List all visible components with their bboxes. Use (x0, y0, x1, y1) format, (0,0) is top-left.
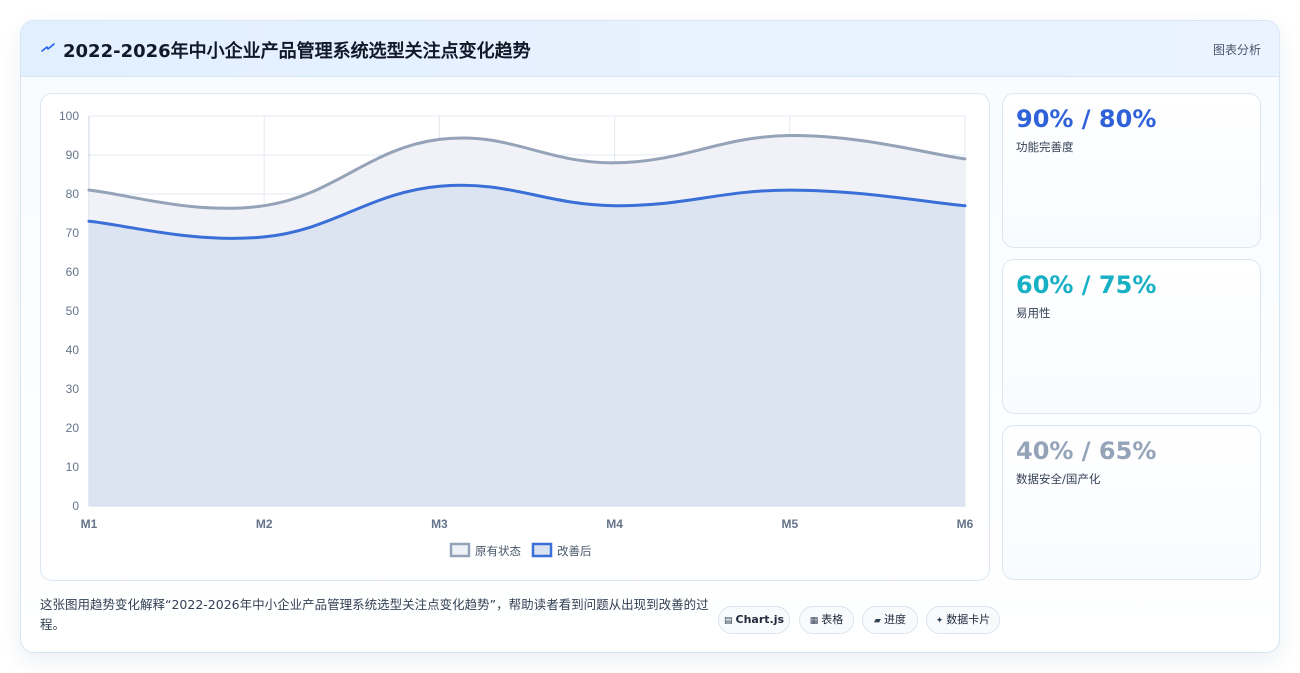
tag-table[interactable]: ▦ 表格 (799, 606, 854, 634)
y-tick-label: 40 (66, 343, 80, 357)
lightning-icon (41, 43, 55, 52)
x-tick-label: M1 (81, 517, 98, 531)
kpi-label: 数据安全/国产化 (1016, 472, 1101, 486)
kpi-value: 40% / 65% (1016, 437, 1157, 465)
y-tick-label: 0 (72, 499, 79, 513)
y-tick-label: 60 (66, 265, 80, 279)
y-tick-label: 20 (66, 421, 80, 435)
y-tick-label: 80 (66, 187, 80, 201)
tag-data-card[interactable]: ✦ 数据卡片 (926, 606, 1000, 634)
tag-chartjs[interactable]: ▤ Chart.js (718, 606, 790, 634)
y-tick-label: 90 (66, 148, 80, 162)
y-tick-label: 10 (66, 460, 80, 474)
kpi-label: 功能完善度 (1016, 140, 1074, 154)
x-tick-label: M5 (781, 517, 798, 531)
tag-label: 进度 (883, 613, 906, 626)
y-tick-label: 70 (66, 226, 80, 240)
y-tick-label: 100 (59, 109, 79, 123)
chart-caption: 这张图用趋势变化解释“2022-2026年中小企业产品管理系统选型关注点变化趋势… (40, 597, 709, 632)
tag-progress[interactable]: ▰ 进度 (862, 606, 918, 634)
legend-label-1: 改善后 (557, 544, 592, 558)
kpi-value: 60% / 75% (1016, 271, 1157, 299)
card-header: 2022-2026年中小企业产品管理系统选型关注点变化趋势 图表分析 (21, 21, 1279, 77)
kpi-card-usability: 60% / 75% 易用性 (1002, 259, 1261, 414)
x-tick-label: M6 (957, 517, 974, 531)
chart-panel: 0 10 20 30 40 50 60 70 80 90 100 M1 M2 M3 M4 M5 M6 原有状态 改善… (40, 93, 990, 581)
kpi-label: 易用性 (1016, 306, 1051, 320)
tag-label: 数据卡片 (946, 613, 991, 626)
kpi-value: 90% / 80% (1016, 105, 1157, 133)
legend-swatch-1 (531, 542, 553, 558)
progress-icon: ▰ (874, 616, 881, 626)
y-tick-label: 30 (66, 382, 80, 396)
x-tick-label: M4 (606, 517, 623, 531)
page-title: 2022-2026年中小企业产品管理系统选型关注点变化趋势 (63, 41, 531, 62)
x-tick-label: M3 (431, 517, 448, 531)
y-tick-label: 50 (66, 304, 80, 318)
kpi-card-functionality: 90% / 80% 功能完善度 (1002, 93, 1261, 248)
tag-label: 表格 (821, 613, 844, 626)
chart-analysis-link[interactable]: 图表分析 (1213, 41, 1261, 58)
line-chart: 0 10 20 30 40 50 60 70 80 90 100 M1 M2 M3 M4 M5 M6 原有状态 改善… (59, 109, 974, 558)
legend-swatch-0 (449, 542, 471, 558)
table-icon: ▦ (809, 616, 819, 626)
legend-label-0: 原有状态 (475, 544, 521, 558)
x-tick-label: M2 (256, 517, 273, 531)
chart-card: 2022-2026年中小企业产品管理系统选型关注点变化趋势 图表分析 0 10 20… (20, 20, 1280, 653)
tag-label: Chart.js (735, 613, 785, 626)
kpi-card-security: 40% / 65% 数据安全/国产化 (1002, 425, 1261, 580)
chart-icon: ▤ (723, 616, 733, 626)
sparkle-icon: ✦ (935, 616, 944, 626)
